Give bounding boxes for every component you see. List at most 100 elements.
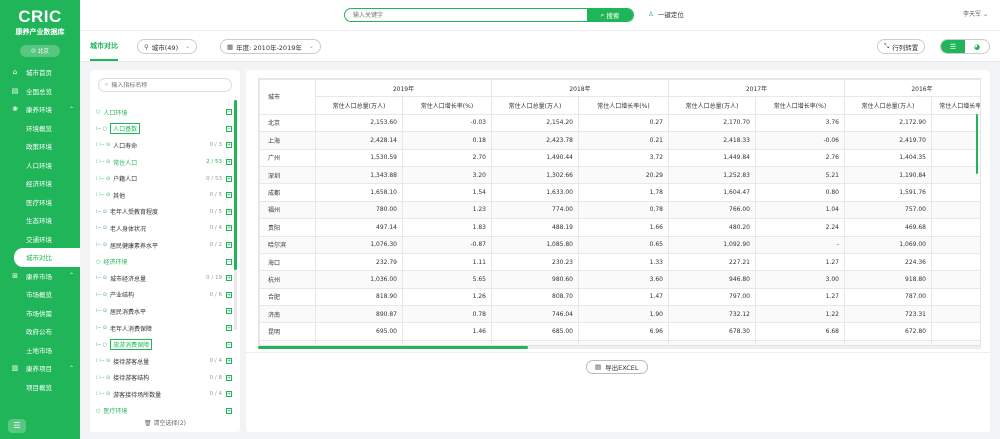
tree-item[interactable]: ⁞ ⁞-- ⊙ 其他 0 / 5 + (96, 187, 236, 204)
location-pill[interactable]: ◎ 北京 (20, 45, 60, 57)
table-view-button[interactable]: ☰ (941, 40, 965, 53)
tree-branch-icon: ⁞-- ⊙ (96, 208, 107, 215)
collapse-box-icon[interactable]: − (226, 341, 232, 348)
search-button[interactable]: ⌕ 搜索 (587, 9, 633, 21)
collapse-box-icon[interactable]: − (226, 125, 232, 132)
expand-box-icon[interactable]: + (226, 142, 232, 149)
value-cell: 6.96 (578, 322, 669, 341)
collapse-menu-icon[interactable]: ☰ (8, 419, 26, 433)
value-cell: 1,658.10 (315, 183, 403, 202)
metric-header[interactable]: 常住人口总量(万人) (668, 96, 756, 115)
sidebar-item-0[interactable]: ⌂ 城市首页 (0, 63, 80, 82)
metric-header[interactable]: 常住人口增长率(%) (931, 96, 980, 115)
sidebar-item-4[interactable]: 政策环境 (0, 137, 80, 156)
expand-box-icon[interactable]: + (226, 208, 232, 215)
collapse-box-icon[interactable]: − (226, 258, 232, 265)
expand-box-icon[interactable]: + (226, 159, 232, 166)
sidebar-item-11[interactable]: ⊞ 康养市场 ⌃ (0, 267, 80, 286)
sidebar-item-17[interactable]: 项目概览 (0, 378, 80, 397)
export-excel-button[interactable]: ▤ 导出EXCEL (586, 360, 648, 374)
sidebar-item-16[interactable]: ▥ 康养项目 ⌃ (0, 359, 80, 378)
tree-branch-icon: ⁞-- ⊙ (96, 225, 107, 232)
value-cell: 1.90 (578, 305, 669, 324)
metric-header[interactable]: 常住人口总量(万人) (315, 96, 403, 115)
tree-item[interactable]: ○ 医疗环境 + (96, 403, 236, 420)
expand-box-icon[interactable]: + (226, 391, 232, 398)
metric-header[interactable]: 常住人口总量(万人) (491, 96, 579, 115)
tree-item[interactable]: ⁞-- ⊙ 居民消费水平 + (96, 303, 236, 320)
table-v-scrollbar[interactable] (976, 114, 978, 174)
metric-header[interactable]: 常住人口总量(万人) (844, 96, 932, 115)
expand-box-icon[interactable]: + (226, 358, 232, 365)
sidebar-item-5[interactable]: 人口环境 (0, 156, 80, 175)
sidebar-item-2[interactable]: ❀ 康养环境 ⌃ (0, 100, 80, 119)
tree-item[interactable]: ⁞-- ⊙ 城市经济总量 0 / 19 + (96, 270, 236, 287)
tree-branch-icon: ⁞ ⁞-- ⊙ (96, 175, 111, 182)
collapse-box-icon[interactable]: − (226, 109, 232, 116)
sidebar-item-14[interactable]: 政府公布 (0, 322, 80, 341)
year-filter[interactable]: ▦ 年度: 2010年-2019年 ⌄ (220, 39, 321, 54)
locate-button[interactable]: ♙ 一键定位 (648, 9, 684, 19)
tree-item[interactable]: ⁞ ⁞-- ⊙ 接待游客总量 0 / 4 + (96, 353, 236, 370)
tab-city-compare[interactable]: 城市对比 (90, 41, 118, 61)
indicator-scrollbar[interactable] (234, 100, 237, 330)
expand-box-icon[interactable]: + (226, 374, 232, 381)
sidebar-item-6[interactable]: 经济环境 (0, 174, 80, 193)
sidebar-item-label: 市场供需 (26, 309, 52, 318)
search-input[interactable] (345, 9, 587, 21)
expand-box-icon[interactable]: + (226, 275, 232, 282)
sidebar-item-12[interactable]: 市场概览 (0, 285, 80, 304)
expand-box-icon[interactable]: + (226, 242, 232, 249)
building-icon: ▥ (11, 364, 19, 373)
expand-box-icon[interactable]: + (226, 192, 232, 199)
tree-item[interactable]: ⁞-- ⊙ 产业结构 0 / 6 + (96, 287, 236, 304)
sidebar-item-15[interactable]: 土地市场 (0, 341, 80, 360)
tree-item[interactable]: ⁞-- ⊙ 老人身体状况 0 / 4 + (96, 220, 236, 237)
expand-box-icon[interactable]: + (226, 175, 232, 182)
indicator-scrollbar-thumb[interactable] (234, 100, 237, 270)
value-cell: 2.24 (755, 218, 845, 237)
tree-branch-icon: ⁞-- ○ (96, 125, 108, 132)
tree-item[interactable]: ⁞-- ⊙ 老年人消费保障 + (96, 320, 236, 337)
tree-item[interactable]: ⁞-- ⊙ 老年人受教育程度 0 / 5 + (96, 204, 236, 221)
tree-item[interactable]: ⁞ ⁞-- ⊙ 户籍人口 0 / 53 + (96, 170, 236, 187)
clear-selection-button[interactable]: 🗑 清空选择(2) (90, 418, 240, 427)
table-h-scrollbar[interactable] (258, 346, 981, 349)
value-cell: 2,419.70 (844, 131, 932, 150)
tree-item[interactable]: ○ 经济环境 − (96, 253, 236, 270)
sidebar-item-8[interactable]: 生态环境 (0, 211, 80, 230)
tree-item[interactable]: ⁞ ⁞-- ⊙ 游客接待场所数量 0 / 4 + (96, 386, 236, 403)
tree-item[interactable]: ⁞-- ⊙ 居民健康素养水平 0 / 2 + (96, 237, 236, 254)
sidebar-item-10[interactable]: 城市对比 (14, 248, 80, 267)
tree-item[interactable]: ⁞-- ○ 旅游消费保障 − (96, 336, 236, 353)
indicator-search-input[interactable] (111, 81, 222, 89)
sidebar-item-13[interactable]: 市场供需 (0, 304, 80, 323)
table-h-scrollbar-thumb[interactable] (258, 346, 528, 349)
pivot-button[interactable]: ⤡ 行列转置 (877, 39, 926, 54)
expand-box-icon[interactable]: + (226, 291, 232, 298)
top-bar: ⌕ 搜索 ♙ 一键定位 李天军 ⌄ (80, 0, 1000, 30)
sidebar-item-9[interactable]: 交通环境 (0, 230, 80, 249)
expand-box-icon[interactable]: + (226, 325, 232, 332)
tree-item[interactable]: ⁞-- ○ 人口基数 − (96, 121, 236, 138)
metric-header[interactable]: 常住人口增长率(%) (578, 96, 669, 115)
tree-item[interactable]: ⁞ ⁞-- ⊙ 常住人口 2 / 53 + (96, 154, 236, 171)
user-menu[interactable]: 李天军 ⌄ (963, 9, 988, 18)
tree-item[interactable]: ⁞ ⁞-- ⊙ 人口寿命 0 / 3 + (96, 137, 236, 154)
tree-item[interactable]: ○ 人口环境 − (96, 104, 236, 121)
tree-branch-icon: ⁞-- ⊙ (96, 291, 107, 298)
sidebar-item-7[interactable]: 医疗环境 (0, 193, 80, 212)
chart-view-button[interactable]: ◕ (965, 40, 989, 53)
expand-box-icon[interactable]: + (226, 407, 232, 414)
expand-box-icon[interactable]: + (226, 308, 232, 315)
chevron-down-icon: ⌄ (308, 43, 314, 50)
sidebar-item-1[interactable]: ▤ 全国总览 (0, 82, 80, 101)
tree-item[interactable]: ⁞ ⁞-- ⊙ 接待游客结构 0 / 8 + (96, 370, 236, 387)
metric-header[interactable]: 常住人口增长率(%) (402, 96, 492, 115)
logo[interactable]: CRIC 康养产业数据库 (0, 0, 80, 37)
sidebar-nav: ⌂ 城市首页 ▤ 全国总览 ❀ 康养环境 ⌃ 环境概览 政策环境 人口环境 经济环境 医疗环境 生态环境… (0, 63, 80, 396)
sidebar-item-3[interactable]: 环境概览 (0, 119, 80, 138)
city-filter[interactable]: ⚲ 城市(49) ⌄ (137, 39, 198, 54)
expand-box-icon[interactable]: + (226, 225, 232, 232)
metric-header[interactable]: 常住人口增长率(%) (755, 96, 845, 115)
